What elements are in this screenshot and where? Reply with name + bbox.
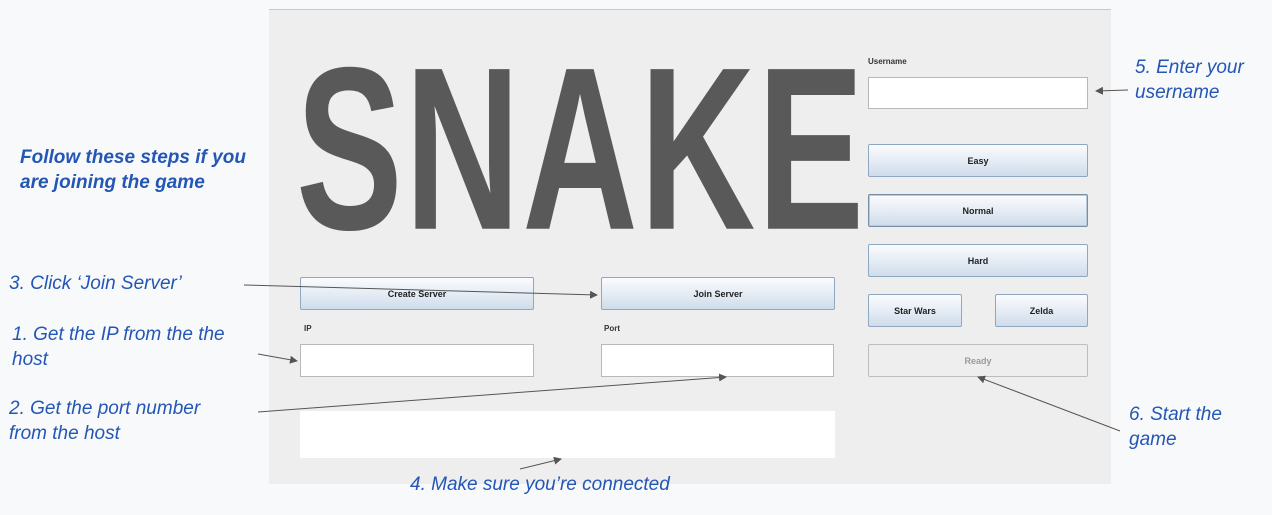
arrow-step4 bbox=[519, 456, 562, 470]
arrow-step3 bbox=[243, 284, 598, 299]
arrow-step2 bbox=[257, 373, 727, 413]
annotation-arrows bbox=[243, 86, 1129, 470]
arrow-step6 bbox=[977, 375, 1121, 432]
arrow-step1 bbox=[257, 353, 298, 364]
arrow-step5 bbox=[1095, 86, 1129, 95]
